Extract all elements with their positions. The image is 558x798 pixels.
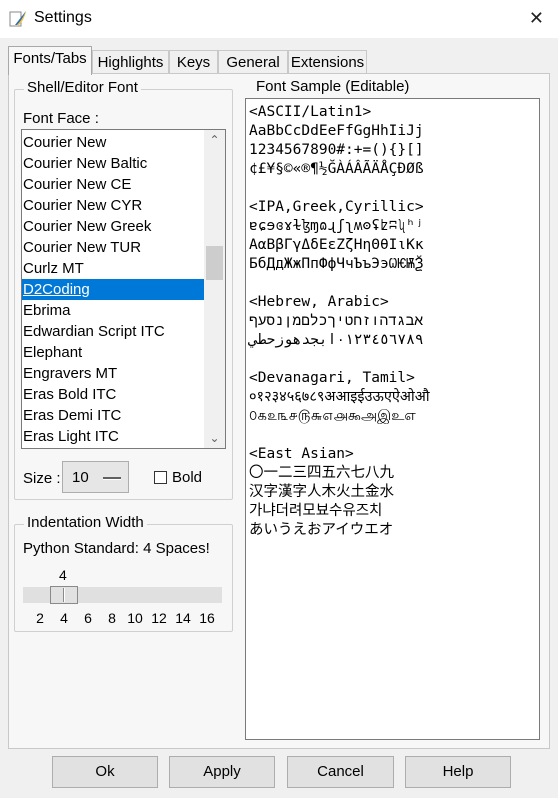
slider-tick-label: 6 <box>84 610 92 626</box>
tab-general[interactable]: General <box>218 50 288 74</box>
sample-line: ¢£¥§©«®¶½ĞÀÁÂÃÄÅÇÐØß <box>249 161 424 177</box>
tab-keys[interactable]: Keys <box>169 50 218 74</box>
font-list-item[interactable]: Courier New CE <box>22 174 204 195</box>
slider-tick-label: 2 <box>36 610 44 626</box>
slider-tick-label: 4 <box>60 610 68 626</box>
font-list-item[interactable]: Engravers MT <box>22 363 204 384</box>
python-feather-icon <box>9 11 26 27</box>
sample-line: AaBbCcDdEeFfGgHhIiJj <box>249 123 424 139</box>
slider-tick-label: 8 <box>108 610 116 626</box>
sample-line: 〇一二三四五六七八九 <box>249 465 394 481</box>
sample-line: БбДдЖжПпФфЧчЪъЭэѠѤѬѮ <box>249 256 424 272</box>
sample-line: <IPA,Greek,Cyrillic> <box>249 199 424 215</box>
sample-line: ०१२३४५६७८९अआइईउऊएऐओऔ <box>249 389 430 405</box>
font-face-label: Font Face : <box>23 110 99 127</box>
window-title: Settings <box>34 9 92 26</box>
sample-line: あいうえおアイウエオ <box>249 522 394 538</box>
indent-slider-value: 4 <box>59 567 67 583</box>
sample-line: <East Asian> <box>249 446 354 462</box>
shell-editor-font-title: Shell/Editor Font <box>24 79 141 96</box>
sample-line: ٠١٢٣٤٥٦٧٨٩ابجدهوزحطي <box>249 332 424 348</box>
font-list-item-selected[interactable]: D2Coding <box>22 279 204 300</box>
scrollbar-thumb[interactable] <box>206 246 223 280</box>
dropdown-indicator-icon <box>103 477 121 480</box>
tab-extensions[interactable]: Extensions <box>288 50 367 74</box>
font-list-item[interactable]: Elephant <box>22 342 204 363</box>
indent-slider-handle[interactable] <box>50 586 78 604</box>
slider-tick-label: 16 <box>199 610 215 626</box>
indent-subtitle: Python Standard: 4 Spaces! <box>23 540 210 557</box>
bold-label[interactable]: Bold <box>172 469 202 486</box>
tab-fonts-tabs[interactable]: Fonts/Tabs <box>8 46 92 75</box>
slider-tick-label: 10 <box>127 610 143 626</box>
font-list-item[interactable]: Curlz MT <box>22 258 204 279</box>
font-list-item[interactable]: Edwardian Script ITC <box>22 321 204 342</box>
scroll-up-arrow-icon[interactable]: ⌃ <box>204 130 225 150</box>
size-label: Size : <box>23 470 61 487</box>
sample-line: <Devanagari, Tamil> <box>249 370 415 386</box>
font-list-item[interactable]: Ebrima <box>22 300 204 321</box>
sample-line: 汉字漢字人木火土金水 <box>249 484 394 500</box>
font-list-item[interactable]: Courier New <box>22 132 204 153</box>
font-sample-textarea[interactable]: <ASCII/Latin1> AaBbCcDdEeFfGgHhIiJj 1234… <box>245 98 540 740</box>
sample-line: אבגדהוזחטיךכלםמןנסעף <box>249 313 424 329</box>
font-list-item[interactable]: Courier New TUR <box>22 237 204 258</box>
scroll-down-arrow-icon[interactable]: ⌄ <box>204 428 225 448</box>
title-bar: Settings ✕ <box>0 0 558 38</box>
bold-checkbox[interactable] <box>154 471 167 484</box>
font-list-item[interactable]: Eras Light ITC <box>22 426 204 447</box>
sample-line: 1234567890#:+=(){}[] <box>249 142 424 158</box>
slider-grip-icon <box>63 588 65 602</box>
sample-line: 가냐더려모뵤수유즈치 <box>249 503 383 519</box>
font-size-value: 10 <box>72 469 89 486</box>
font-list-item[interactable]: Courier New Greek <box>22 216 204 237</box>
indentation-width-title: Indentation Width <box>24 514 147 531</box>
font-list-item[interactable]: Eras Bold ITC <box>22 384 204 405</box>
font-list-item[interactable]: Courier New CYR <box>22 195 204 216</box>
sample-line: ௦௧௨௩௪௫௬௭௮௯அஇஉஎ <box>249 408 416 424</box>
cancel-button[interactable]: Cancel <box>287 756 394 788</box>
font-list-item[interactable]: Eras Demi ITC <box>22 405 204 426</box>
help-button[interactable]: Help <box>405 756 511 788</box>
sample-line: <Hebrew, Arabic> <box>249 294 389 310</box>
slider-tick-label: 12 <box>151 610 167 626</box>
font-size-dropdown[interactable]: 10 <box>62 461 129 493</box>
font-list-item[interactable]: Courier New Baltic <box>22 153 204 174</box>
close-icon[interactable]: ✕ <box>529 8 544 28</box>
sample-line: ΑαΒβΓγΔδΕεΖζΗηΘθΙιΚκ <box>249 237 424 253</box>
font-face-listbox[interactable]: Courier New Courier New Baltic Courier N… <box>21 129 226 449</box>
ok-button[interactable]: Ok <box>52 756 158 788</box>
font-sample-title: Font Sample (Editable) <box>253 78 413 95</box>
font-list-scrollbar[interactable]: ⌃ ⌄ <box>204 130 225 448</box>
sample-line: <ASCII/Latin1> <box>249 104 372 120</box>
sample-line: ɐɕɘɞɤɫɮɱɷɻʃʅʍʘʢʫʭʯʰʲ <box>249 218 424 234</box>
apply-button[interactable]: Apply <box>169 756 275 788</box>
slider-tick-label: 14 <box>175 610 191 626</box>
tab-highlights[interactable]: Highlights <box>92 50 169 74</box>
